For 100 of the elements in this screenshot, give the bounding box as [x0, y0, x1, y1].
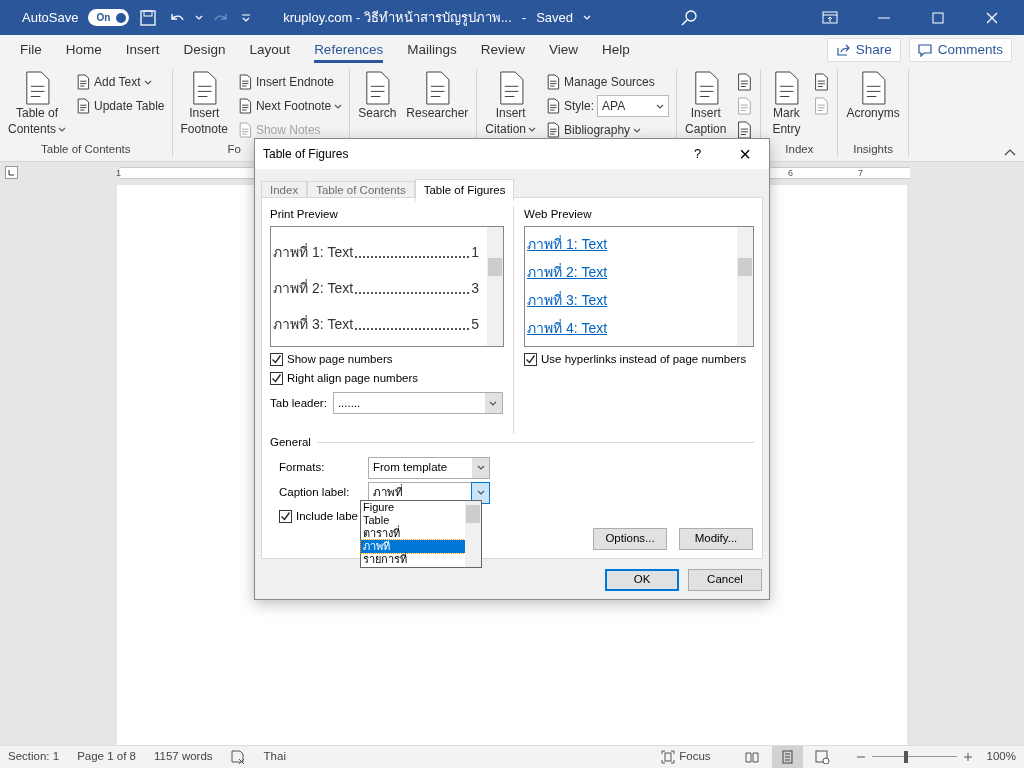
dropdown-option[interactable]: ภาพที่ — [361, 540, 465, 553]
menu-tab[interactable]: Design — [171, 35, 238, 65]
proofing-icon[interactable] — [230, 749, 246, 765]
ribbon-button[interactable]: Update Table — [73, 95, 167, 117]
section-label: Print Preview — [270, 207, 339, 222]
dialog-button[interactable]: Modify... — [679, 528, 753, 550]
group-label: Fo — [227, 143, 241, 155]
help-button[interactable]: ? — [688, 143, 708, 165]
ribbon-button[interactable]: Add Text — [73, 71, 167, 93]
menu-tab[interactable]: Review — [468, 35, 537, 65]
dialog-button[interactable]: Options... — [593, 528, 667, 550]
field-label: Tab leader: — [270, 395, 327, 411]
dialog-title: Table of Figures — [263, 146, 349, 163]
view-button[interactable] — [771, 746, 803, 768]
ribbon-button[interactable]: Mark Entry — [766, 69, 807, 141]
focus-icon — [661, 750, 676, 764]
share-button[interactable]: Share — [826, 38, 901, 62]
document-icon — [75, 98, 92, 114]
print-layout-icon — [779, 750, 795, 764]
dropdown-option[interactable]: Table — [361, 514, 465, 527]
field-label: Formats: — [279, 460, 325, 476]
checkbox[interactable] — [524, 353, 537, 367]
tab-selector-icon[interactable] — [5, 166, 18, 179]
ribbon-button[interactable]: Search — [355, 69, 400, 141]
close-button[interactable]: × — [733, 138, 757, 170]
ribbon-button[interactable]: Insert Caption — [682, 69, 730, 141]
preview-link[interactable]: ภาพที่ 3: Text — [525, 283, 737, 312]
checkbox-label: Use hyperlinks instead of page numbers — [541, 352, 747, 368]
focus-button[interactable]: Focus — [653, 746, 719, 768]
checkbox[interactable] — [270, 353, 283, 367]
scrollbar[interactable] — [487, 227, 503, 347]
section-indicator: Section: 1 — [8, 749, 60, 765]
menu-tab[interactable]: Layout — [237, 35, 303, 65]
style-dropdown[interactable]: APA — [597, 95, 670, 117]
ribbon-button[interactable]: Table of Contents — [5, 69, 70, 141]
menu-tab[interactable]: View — [536, 35, 590, 65]
caret-icon — [195, 14, 204, 21]
zoom-slider[interactable] — [871, 751, 957, 763]
save-icon[interactable] — [139, 8, 158, 27]
document-icon — [735, 73, 754, 91]
page-indicator: Page 1 of 8 — [77, 749, 136, 765]
preview-link[interactable]: ภาพที่ 2: Text — [525, 255, 737, 284]
menu-tab[interactable]: References — [302, 35, 396, 65]
menu-tab[interactable]: Mailings — [395, 35, 469, 65]
document-icon — [545, 98, 562, 114]
ribbon-button[interactable]: Acronyms — [843, 69, 903, 141]
ribbon-button[interactable]: Bibliography — [543, 119, 672, 141]
dialog-button[interactable]: Cancel — [688, 569, 762, 591]
ribbon-button[interactable]: Insert Endnote — [234, 71, 345, 93]
collapse-icon[interactable] — [1004, 148, 1016, 157]
scrollbar[interactable] — [737, 227, 753, 347]
search-icon[interactable] — [681, 9, 697, 26]
customize-icon[interactable] — [241, 13, 252, 22]
formats-dropdown[interactable]: From template — [368, 456, 490, 479]
comment-icon — [917, 43, 933, 57]
group-label: Table of Contents — [41, 143, 131, 155]
entry-caption: ภาพที่ 1: Text — [273, 242, 354, 263]
checkbox[interactable] — [279, 510, 292, 524]
ribbon-button[interactable]: Insert Footnote — [177, 69, 231, 141]
ribbon-button[interactable]: Next Footnote — [234, 95, 345, 117]
preview-link[interactable]: ภาพที่ 4: Text — [525, 311, 737, 340]
tab-leader-dropdown[interactable]: ....... — [332, 392, 503, 415]
dialog-button[interactable]: OK — [605, 569, 679, 591]
language-indicator: Thai — [263, 749, 286, 765]
ribbon-display-icon[interactable] — [822, 9, 838, 26]
menu-tab[interactable]: Home — [53, 35, 114, 65]
slider-thumb[interactable] — [903, 751, 908, 763]
autosave-toggle[interactable]: On — [88, 9, 130, 26]
comments-button[interactable]: Comments — [908, 38, 1012, 62]
caret-icon — [476, 464, 485, 472]
word-count: 1157 words — [154, 749, 213, 765]
group-label: Index — [785, 143, 814, 155]
share-icon — [835, 43, 851, 57]
checkbox[interactable] — [270, 372, 283, 386]
page-number: 3 — [471, 279, 479, 299]
document-icon — [812, 73, 831, 91]
caption-label-dropdown[interactable]: ภาพที่ — [368, 481, 490, 504]
caret-icon — [476, 489, 485, 497]
document-icon — [735, 97, 754, 115]
ruler-number: 1 — [116, 167, 121, 180]
dialog-tab[interactable]: Table of Figures — [414, 179, 515, 201]
dropdown-option[interactable]: รายการที่ — [361, 553, 465, 566]
menu-tab[interactable]: File — [8, 35, 54, 65]
ribbon-button[interactable]: Insert Citation — [482, 69, 540, 141]
ribbon-button[interactable]: Manage Sources — [543, 71, 672, 93]
caret-icon — [583, 14, 591, 21]
section-label: General — [270, 435, 311, 450]
menu-tab[interactable]: Insert — [113, 35, 172, 65]
ribbon-button[interactable]: Researcher — [403, 69, 472, 141]
menu-tab[interactable]: Help — [590, 35, 642, 65]
dropdown-option[interactable]: ตารางที่ — [361, 527, 465, 540]
preview-link[interactable]: ภาพที่ 1: Text — [525, 227, 737, 256]
maximize-icon[interactable] — [930, 9, 946, 26]
dropdown-value: ภาพที่ — [373, 484, 403, 501]
dropdown-value: From template — [373, 460, 448, 476]
scrollbar[interactable] — [465, 501, 481, 567]
checkbox-label: Include labe — [296, 509, 359, 525]
dropdown-option[interactable]: Figure — [361, 501, 465, 514]
style-label: Style: — [564, 98, 595, 115]
zoom-in-icon[interactable] — [962, 752, 973, 762]
